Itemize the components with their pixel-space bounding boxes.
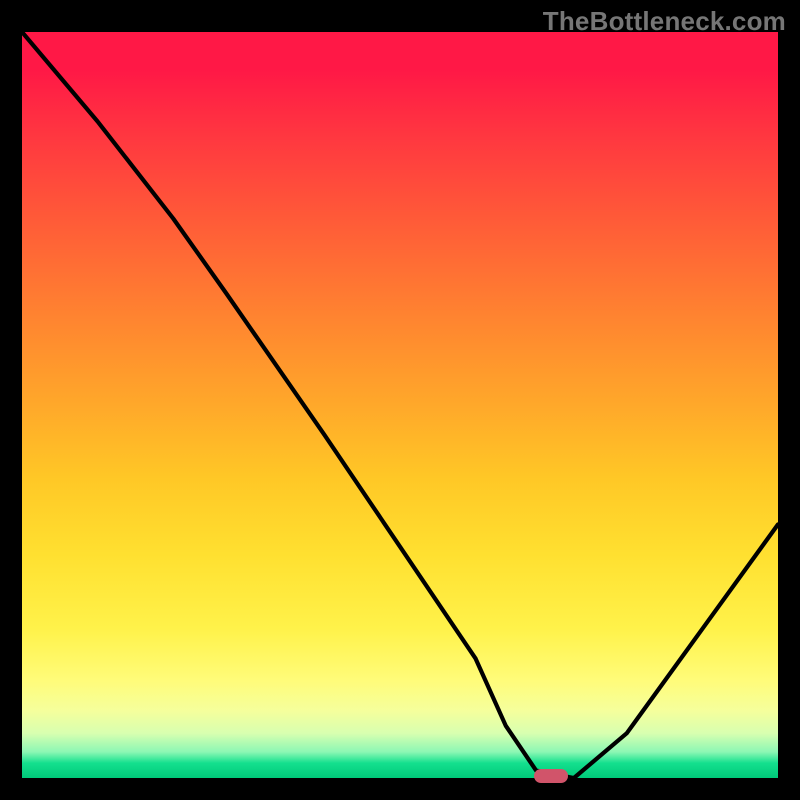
- optimal-point-marker: [534, 769, 568, 783]
- chart-frame: TheBottleneck.com: [0, 0, 800, 800]
- curve-path: [22, 32, 778, 778]
- bottleneck-curve: [22, 32, 778, 778]
- plot-area: [22, 32, 778, 778]
